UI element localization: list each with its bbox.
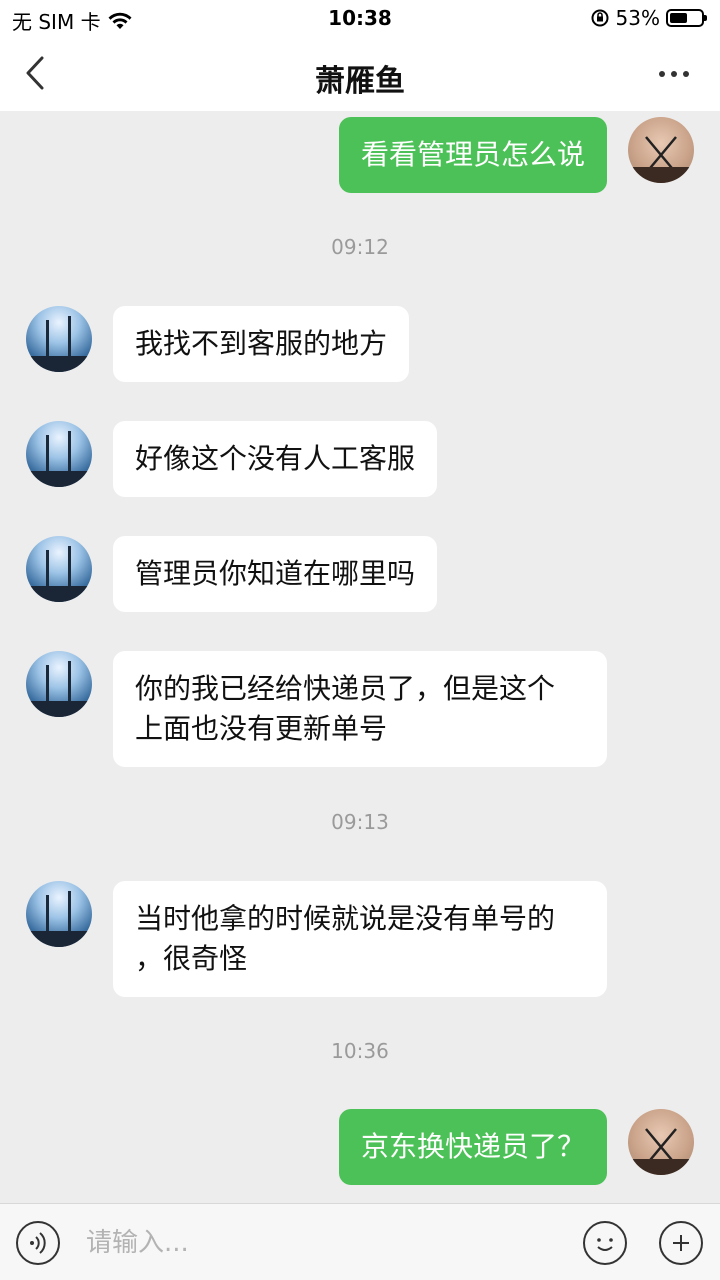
page-title: 萧雁鱼 [315, 64, 405, 99]
nav-bar: 萧雁鱼 [0, 36, 720, 111]
contact-avatar[interactable] [26, 881, 92, 947]
contact-avatar[interactable] [26, 651, 92, 717]
rotation-lock-icon [591, 9, 609, 27]
status-left: 无 SIM 卡 [12, 6, 133, 35]
input-bar [0, 1203, 720, 1280]
message-bubble-outgoing[interactable]: 看看管理员怎么说 [338, 117, 607, 193]
emoji-icon [597, 1238, 613, 1251]
contact-avatar[interactable] [26, 536, 92, 602]
battery-fill [670, 13, 687, 23]
message-bubble-outgoing[interactable]: 京东换快递员了？ [338, 1109, 607, 1185]
status-bar: 无 SIM 卡 10:38 53% [0, 0, 720, 36]
timestamp: 09:13 [331, 810, 389, 834]
message-bubble-incoming[interactable]: 管理员你知道在哪里吗 [113, 536, 438, 612]
voice-icon [30, 1232, 46, 1254]
contact-avatar[interactable] [26, 306, 92, 372]
wifi-icon [108, 12, 132, 29]
message-bubble-incoming[interactable]: 好像这个没有人工客服 [113, 421, 438, 497]
message-bubble-incoming[interactable]: 你的我已经给快递员了，但是这个 上面也没有更新单号 [113, 651, 607, 767]
battery-percent: 53% [615, 6, 660, 30]
chat-area[interactable]: 看看管理员怎么说 09:12 我找不到客服的地方 好像这个没有人工客服 管理员你… [0, 111, 720, 1203]
emoji-button[interactable] [583, 1221, 627, 1265]
timestamp: 09:12 [331, 235, 389, 259]
my-avatar[interactable] [628, 1109, 694, 1175]
carrier-label: 无 SIM 卡 [12, 10, 101, 34]
more-button[interactable] [654, 58, 694, 90]
chevron-left-icon [26, 56, 44, 90]
battery-icon [666, 9, 707, 27]
message-bubble-incoming[interactable]: 当时他拿的时候就说是没有单号的 ，很奇怪 [113, 881, 607, 997]
message-input[interactable] [86, 1223, 546, 1263]
voice-button[interactable] [16, 1221, 60, 1265]
more-dots-icon [659, 71, 689, 77]
contact-avatar[interactable] [26, 421, 92, 487]
back-button[interactable] [22, 54, 58, 94]
add-button[interactable] [659, 1221, 703, 1265]
my-avatar[interactable] [628, 117, 694, 183]
plus-icon [673, 1235, 689, 1251]
message-bubble-incoming[interactable]: 我找不到客服的地方 [113, 306, 410, 382]
status-right: 53% [590, 6, 707, 30]
timestamp: 10:36 [331, 1039, 389, 1063]
